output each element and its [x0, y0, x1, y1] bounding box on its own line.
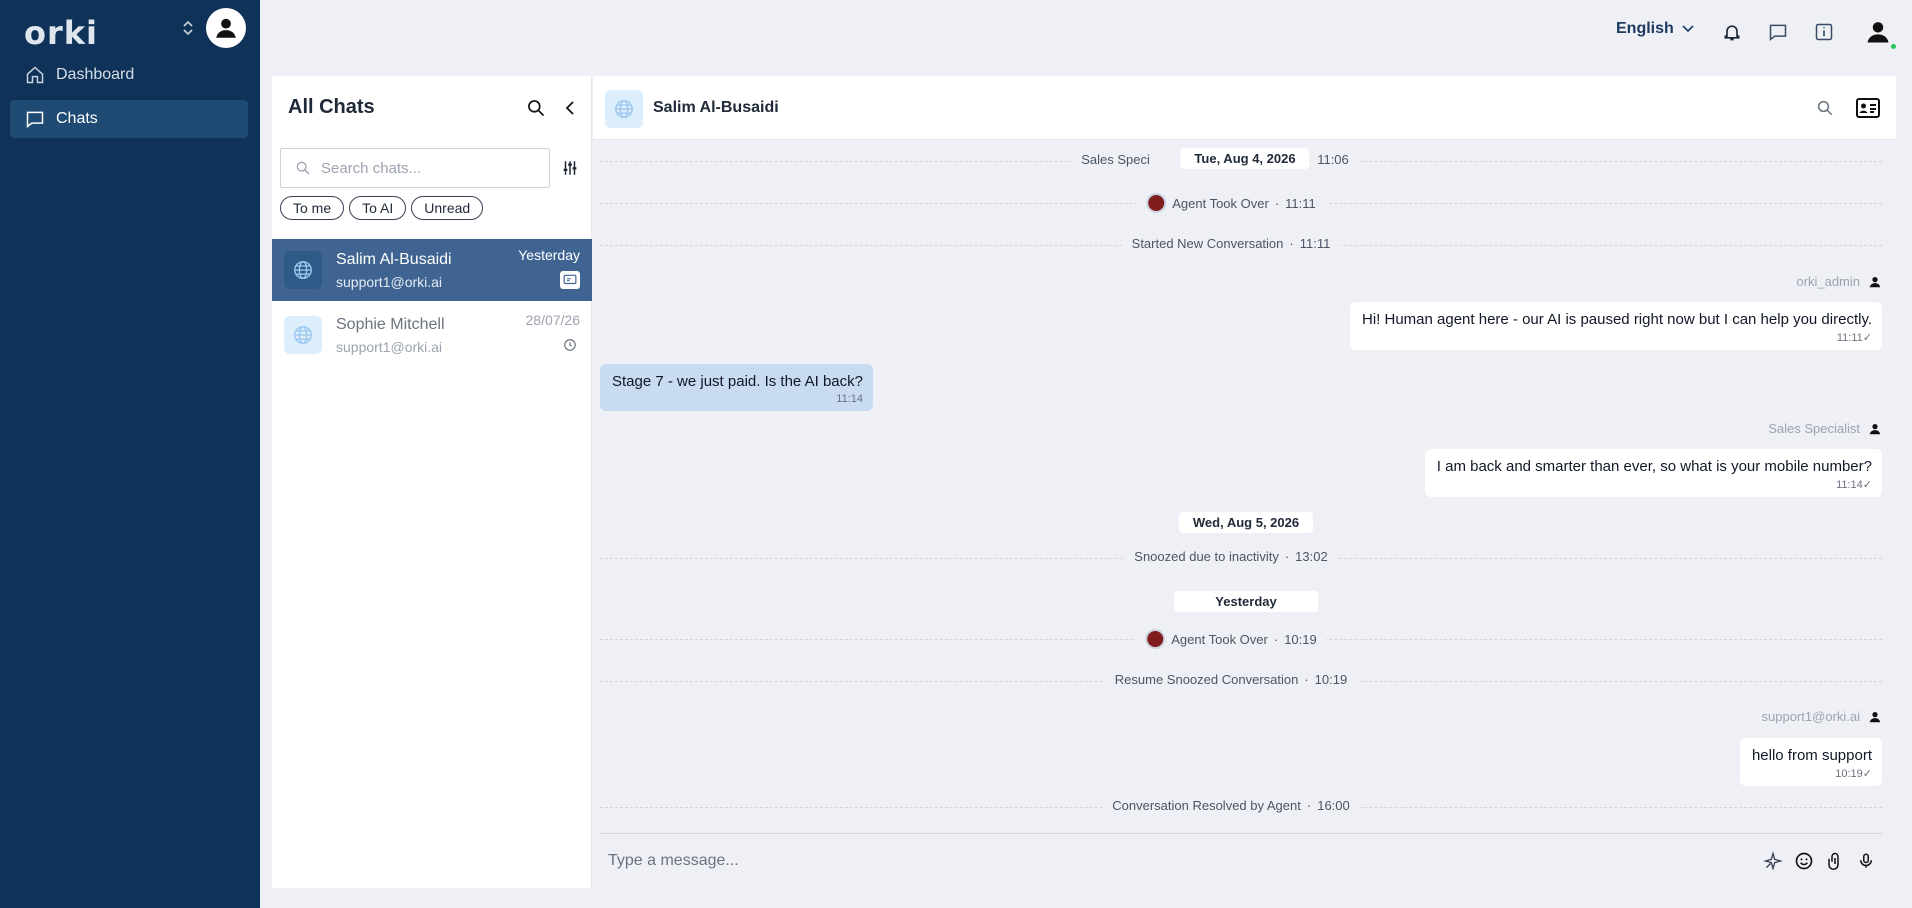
- chat-list-title: All Chats: [288, 96, 375, 118]
- message-time: 11:14: [836, 393, 863, 405]
- event-time: 10:19: [1284, 631, 1317, 647]
- event-label: Sales Speci: [1081, 152, 1150, 167]
- home-icon: [24, 64, 46, 86]
- system-event: Started New Conversation · 11:11: [1121, 236, 1341, 251]
- conversation-header: Salim Al-Busaidi: [593, 76, 1896, 140]
- contact-card-icon[interactable]: [1855, 95, 1881, 121]
- message-text: Hi! Human agent here - our AI is paused …: [1362, 311, 1872, 328]
- agent-avatar: [1146, 193, 1167, 213]
- event-label: Started New Conversation: [1131, 236, 1284, 251]
- ai-sparkle-icon[interactable]: [1762, 850, 1784, 872]
- emoji-icon[interactable]: [1793, 850, 1815, 872]
- event-label: Agent Took Over: [1171, 631, 1268, 647]
- chat-assignee: support1@orki.ai: [336, 273, 443, 290]
- online-status-dot: [1889, 42, 1898, 51]
- event-time: 11:11: [1299, 236, 1331, 251]
- event-time: 11:11: [1285, 195, 1316, 211]
- message-sender: Sales Specialist: [1768, 421, 1882, 436]
- user-icon: [1869, 276, 1881, 287]
- filter-chip-to-ai[interactable]: To AI: [349, 196, 407, 220]
- message-text: I am back and smarter than ever, so what…: [1436, 458, 1872, 475]
- search-icon: [296, 161, 310, 175]
- message-bubble-outgoing: Hi! Human agent here - our AI is paused …: [1350, 302, 1882, 350]
- event-label: Conversation Resolved by Agent: [1112, 798, 1301, 813]
- language-selector[interactable]: English: [1616, 20, 1694, 38]
- event-time: 11:06: [1317, 152, 1349, 167]
- workspace-switch-icon[interactable]: [180, 18, 196, 38]
- sidebar: orki Dashboard Chats: [0, 0, 260, 908]
- event-time: 16:00: [1317, 798, 1350, 813]
- message-bubble-incoming: Stage 7 - we just paid. Is the AI back? …: [600, 364, 873, 411]
- event-label: Resume Snoozed Conversation: [1114, 672, 1299, 687]
- workspace-avatar[interactable]: [206, 8, 246, 48]
- contact-name: Salim Al-Busaidi: [653, 99, 779, 116]
- globe-icon: [284, 316, 322, 354]
- search-box[interactable]: [280, 148, 550, 188]
- message-bubble-outgoing: hello from support 10:19✓: [1739, 738, 1882, 786]
- user-icon: [1869, 711, 1881, 722]
- system-event: Agent Took Over · 10:19: [1135, 629, 1327, 649]
- message-composer: [600, 833, 1882, 888]
- user-icon: [216, 18, 236, 38]
- chat-icon: [24, 108, 46, 130]
- message-text: hello from support: [1751, 747, 1872, 764]
- search-icon[interactable]: [524, 96, 548, 120]
- message-time: 11:11✓: [1836, 332, 1872, 344]
- nav-label: Chats: [56, 110, 98, 127]
- sender-name: orki_admin: [1796, 274, 1860, 289]
- filter-chip-unread[interactable]: Unread: [411, 196, 484, 220]
- globe-icon: [284, 251, 322, 289]
- event-label: Snoozed due to inactivity: [1134, 549, 1279, 564]
- microphone-icon[interactable]: [1855, 850, 1877, 872]
- system-event: Agent Took Over · 11:11: [1136, 193, 1326, 213]
- chevron-down-icon: [1682, 25, 1694, 33]
- filter-chip-to-me[interactable]: To me: [280, 196, 345, 220]
- system-event: Resume Snoozed Conversation · 10:19: [1104, 672, 1358, 687]
- nav-label: Dashboard: [56, 66, 135, 83]
- bell-icon[interactable]: [1720, 20, 1744, 44]
- globe-icon: [605, 90, 643, 128]
- user-icon: [1869, 423, 1881, 434]
- attachment-icon[interactable]: [1824, 850, 1846, 872]
- sender-name: Sales Specialist: [1768, 421, 1860, 436]
- clock-icon: [560, 336, 580, 354]
- chat-time: 28/07/26: [525, 312, 581, 328]
- filter-sliders-icon[interactable]: [558, 156, 582, 180]
- chat-assignee: support1@orki.ai: [336, 338, 443, 355]
- message-sender: orki_admin: [1796, 274, 1882, 289]
- user-icon: [1867, 22, 1889, 43]
- logo: orki: [24, 14, 99, 52]
- search-input[interactable]: [321, 159, 521, 177]
- conversation-panel: Salim Al-Busaidi Sales Specition · 11:06…: [593, 76, 1896, 888]
- date-separator: Tue, Aug 4, 2026: [1180, 148, 1310, 169]
- date-separator: Wed, Aug 5, 2026: [1178, 512, 1314, 533]
- chat-time: Yesterday: [518, 247, 580, 263]
- chevron-left-icon[interactable]: [560, 96, 580, 120]
- message-time: 11:14✓: [1836, 479, 1872, 491]
- event-time: 10:19: [1314, 672, 1348, 687]
- event-time: 13:02: [1295, 549, 1328, 564]
- nav-item-chats[interactable]: Chats: [10, 100, 248, 138]
- message-input[interactable]: [608, 848, 1708, 874]
- event-label: Agent Took Over: [1172, 195, 1269, 211]
- nav-item-dashboard[interactable]: Dashboard: [10, 56, 248, 94]
- message-text: Stage 7 - we just paid. Is the AI back?: [612, 373, 863, 390]
- message-bubble-outgoing: I am back and smarter than ever, so what…: [1424, 449, 1882, 497]
- chat-badge-icon: [560, 271, 580, 289]
- date-separator: Yesterday: [1174, 591, 1318, 612]
- search-icon[interactable]: [1813, 96, 1837, 120]
- language-label: English: [1616, 20, 1674, 37]
- sender-name: support1@orki.ai: [1761, 709, 1860, 724]
- chat-list-panel: All Chats To me To AI Unread Salim Al-Bu…: [272, 76, 592, 888]
- messages-icon[interactable]: [1766, 20, 1790, 44]
- filter-chips: To me To AI Unread: [280, 196, 484, 220]
- chat-list-item[interactable]: Sophie Mitchell support1@orki.ai 28/07/2…: [272, 304, 592, 366]
- info-icon[interactable]: [1812, 20, 1836, 44]
- system-event: Snoozed due to inactivity · 13:02: [1124, 549, 1338, 564]
- chat-list-item[interactable]: Salim Al-Busaidi support1@orki.ai Yester…: [272, 239, 592, 301]
- agent-avatar: [1145, 629, 1166, 649]
- message-time: 10:19✓: [1835, 768, 1872, 780]
- message-sender: support1@orki.ai: [1762, 709, 1882, 724]
- system-event: Conversation Resolved by Agent · 16:00: [1102, 798, 1360, 813]
